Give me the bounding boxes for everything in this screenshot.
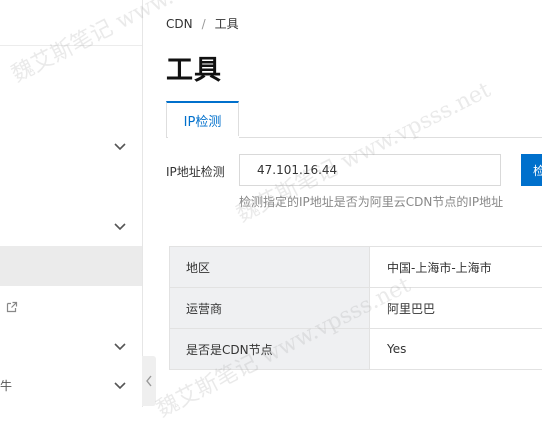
- sidebar: 牛: [0, 0, 143, 407]
- table-row: 地区 中国-上海市-上海市: [170, 247, 542, 288]
- sidebar-divider: [0, 45, 142, 46]
- breadcrumb: CDN / 工具: [166, 15, 239, 32]
- chevron-left-icon: [145, 375, 153, 387]
- tab-bar: IP检测: [166, 101, 542, 138]
- tab-label: IP检测: [184, 111, 222, 130]
- sidebar-item-expand-3[interactable]: [113, 339, 127, 353]
- result-key-isp: 运营商: [170, 288, 370, 329]
- result-table: 地区 中国-上海市-上海市 运营商 阿里巴巴 是否是CDN节点 Yes: [169, 246, 542, 370]
- sidebar-item-expand-1[interactable]: [113, 139, 127, 153]
- ip-address-input[interactable]: [239, 154, 501, 186]
- sidebar-collapse-button[interactable]: [142, 356, 156, 406]
- sidebar-item-expand-2[interactable]: [113, 219, 127, 233]
- result-key-region: 地区: [170, 247, 370, 288]
- chevron-down-icon: [113, 339, 127, 353]
- ip-check-label: IP地址检测: [166, 163, 225, 180]
- result-key-is-cdn-node: 是否是CDN节点: [170, 329, 370, 370]
- table-row: 运营商 阿里巴巴: [170, 288, 542, 329]
- result-value-is-cdn-node: Yes: [370, 329, 542, 370]
- sidebar-item-expand-4[interactable]: [113, 378, 127, 392]
- ip-check-hint: 检测指定的IP地址是否为阿里云CDN节点的IP地址: [239, 193, 503, 210]
- chevron-down-icon: [113, 378, 127, 392]
- tab-ip-check[interactable]: IP检测: [166, 101, 239, 137]
- chevron-down-icon: [113, 219, 127, 233]
- result-value-region: 中国-上海市-上海市: [370, 247, 542, 288]
- breadcrumb-separator: /: [202, 17, 206, 31]
- breadcrumb-root[interactable]: CDN: [166, 17, 193, 31]
- external-link-icon[interactable]: [6, 301, 18, 313]
- table-row: 是否是CDN节点 Yes: [170, 329, 542, 370]
- chevron-down-icon: [113, 139, 127, 153]
- page-title: 工具: [166, 48, 222, 87]
- sidebar-item-active[interactable]: [0, 246, 142, 286]
- breadcrumb-current: 工具: [215, 15, 239, 32]
- detect-button[interactable]: 检测: [521, 154, 542, 186]
- sidebar-item-label-partial: 牛: [0, 377, 12, 394]
- result-value-isp: 阿里巴巴: [370, 288, 542, 329]
